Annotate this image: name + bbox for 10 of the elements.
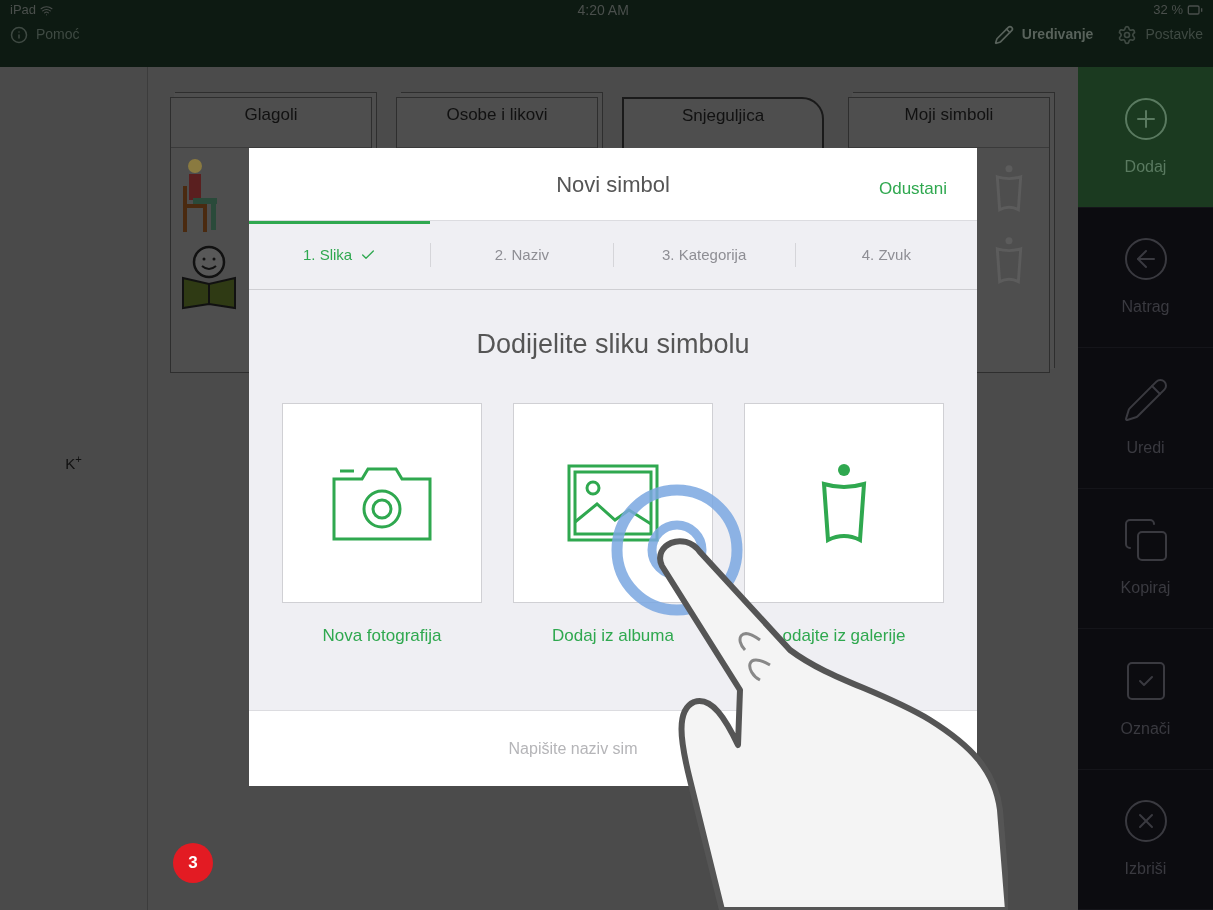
dialog-heading: Dodijelite sliku simbolu: [476, 328, 750, 361]
clock: 4:20 AM: [577, 0, 629, 20]
category-title: Snjeguljica: [681, 105, 765, 127]
category-title: Glagoli: [244, 104, 298, 126]
battery-percent: 32 %: [1153, 1, 1183, 20]
step-badge: 3: [173, 843, 213, 883]
category-title: Moji simboli: [904, 104, 994, 126]
dialog-title: Novi simbol: [556, 170, 670, 199]
device-name: iPad: [10, 1, 37, 20]
keyboard-label: K$^{+}$: [65, 453, 82, 474]
